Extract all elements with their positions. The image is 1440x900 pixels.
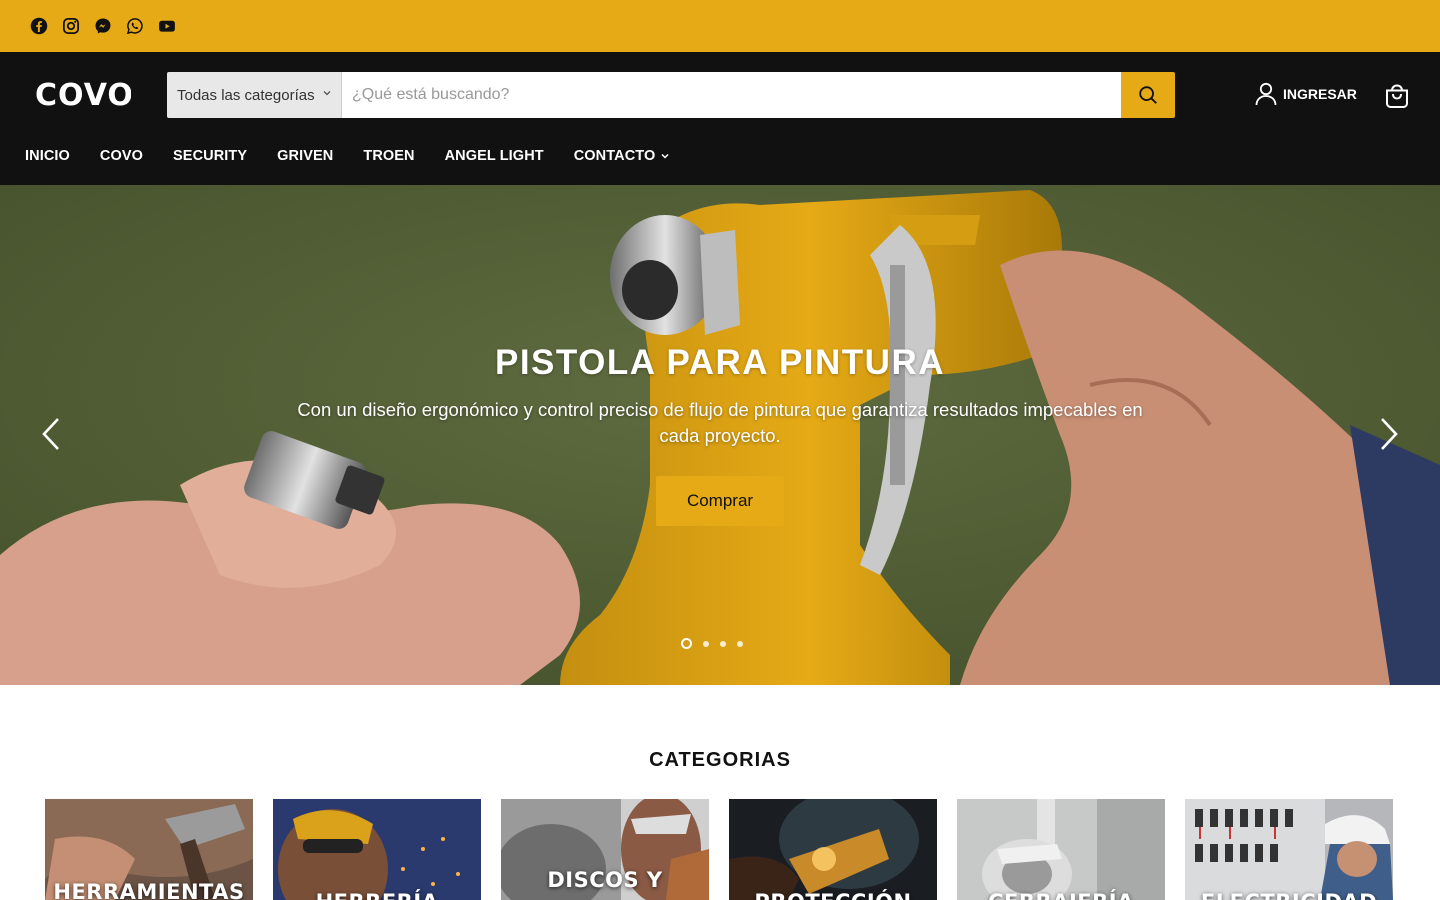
category-image	[273, 799, 481, 900]
site-header: COVO Todas las categorías INGRESAR INICI…	[0, 52, 1440, 185]
chevron-right-icon[interactable]	[1376, 417, 1400, 451]
category-label: ELECTRICIDAD	[1185, 891, 1393, 900]
chevron-left-icon[interactable]	[40, 417, 64, 451]
nav-item-troen[interactable]: TROEN	[363, 148, 414, 164]
category-image	[729, 799, 937, 900]
categories-title: CATEGORIAS	[649, 749, 791, 771]
category-card-cerrajeria[interactable]: CERRAJERÍA	[957, 799, 1165, 900]
whatsapp-icon[interactable]	[126, 17, 144, 35]
cart-icon[interactable]	[1383, 82, 1411, 110]
search-icon	[1139, 86, 1157, 104]
shop-button[interactable]: Comprar	[656, 476, 784, 526]
category-image	[957, 799, 1165, 900]
slider-dot-4[interactable]	[737, 640, 743, 647]
hero-subtitle: Con un diseño ergonómico y control preci…	[297, 399, 1143, 446]
category-label: PROTECCIÓN	[729, 891, 937, 900]
instagram-icon[interactable]	[62, 17, 80, 35]
category-label: CERRAJERÍA	[957, 891, 1165, 900]
chevron-down-icon	[661, 153, 669, 159]
category-card-herramientas[interactable]: HERRAMIENTAS	[45, 799, 253, 900]
slider-dots	[681, 638, 743, 649]
category-label: HERRERÍA	[273, 891, 481, 900]
search-button[interactable]	[1121, 72, 1175, 118]
nav-item-security[interactable]: SECURITY	[173, 148, 247, 164]
category-card-proteccion[interactable]: PROTECCIÓN	[729, 799, 937, 900]
nav-item-griven[interactable]: GRIVEN	[277, 148, 333, 164]
slider-dot-3[interactable]	[720, 640, 726, 647]
user-icon	[1255, 82, 1277, 106]
svg-text:COVO: COVO	[35, 79, 131, 109]
search-input[interactable]	[342, 72, 1121, 118]
youtube-icon[interactable]	[158, 17, 176, 35]
main-nav: INICIO COVO SECURITY GRIVEN TROEN ANGEL …	[25, 148, 669, 164]
nav-item-inicio[interactable]: INICIO	[25, 148, 70, 164]
category-select[interactable]: Todas las categorías	[167, 72, 342, 118]
category-card-electricidad[interactable]: ELECTRICIDAD	[1185, 799, 1393, 900]
logo[interactable]: COVO	[35, 79, 131, 109]
nav-item-angel-light[interactable]: ANGEL LIGHT	[445, 148, 544, 164]
nav-item-covo[interactable]: COVO	[100, 148, 143, 164]
slider-dot-1[interactable]	[681, 638, 692, 649]
category-label: DISCOS Y	[547, 868, 663, 892]
messenger-icon[interactable]	[94, 17, 112, 35]
category-image	[1185, 799, 1393, 900]
category-label: HERRAMIENTAS	[53, 880, 245, 900]
category-select-label: Todas las categorías	[177, 86, 315, 104]
hero-slider: PISTOLA PARA PINTURA Con un diseño ergon…	[0, 185, 1440, 685]
login-label: INGRESAR	[1283, 86, 1357, 102]
nav-item-contacto[interactable]: CONTACTO	[574, 148, 670, 164]
hero-title: PISTOLA PARA PINTURA	[494, 343, 946, 382]
category-card-discos[interactable]: DISCOS Y	[501, 799, 709, 900]
search-bar: Todas las categorías	[167, 72, 1175, 118]
chevron-down-icon	[323, 91, 331, 96]
slider-dot-2[interactable]	[703, 640, 709, 647]
facebook-icon[interactable]	[30, 17, 48, 35]
social-bar	[0, 0, 1440, 52]
login-link[interactable]: INGRESAR	[1255, 82, 1357, 106]
category-card-herreria[interactable]: HERRERÍA	[273, 799, 481, 900]
category-grid: HERRAMIENTAS HERRERÍA DISCOS Y	[45, 799, 1393, 900]
